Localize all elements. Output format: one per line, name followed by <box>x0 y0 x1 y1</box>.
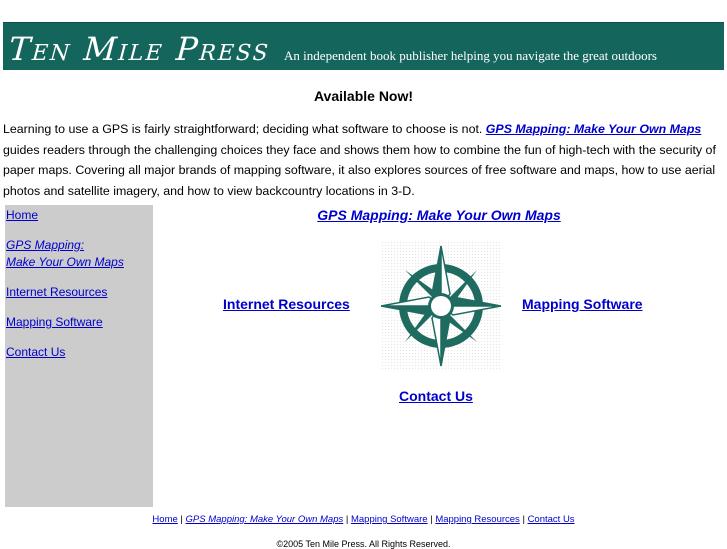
main-mapping-software-link[interactable]: Mapping Software <box>522 296 643 312</box>
main-contact-us-link[interactable]: Contact Us <box>399 388 473 404</box>
site-tagline: An independent book publisher helping yo… <box>284 48 657 63</box>
footer-separator: | <box>343 514 351 525</box>
sidebar-item-gps-mapping[interactable]: GPS Mapping: Make Your Own Maps <box>6 237 153 271</box>
main-internet-resources-link[interactable]: Internet Resources <box>223 296 350 312</box>
sidebar-item-internet-resources[interactable]: Internet Resources <box>6 284 153 301</box>
sidebar-gps-line1: GPS Mapping: <box>6 238 85 252</box>
intro-book-link[interactable]: GPS Mapping: Make Your Own Maps <box>486 122 702 136</box>
intro-paragraph: Learning to use a GPS is fairly straight… <box>3 119 718 201</box>
footer-separator: | <box>177 514 186 525</box>
compass-rose-icon <box>381 241 501 371</box>
site-banner: Ten Mile Press An independent book publi… <box>3 22 724 70</box>
page-headline: Available Now! <box>313 88 414 104</box>
sidebar-item-contact-us[interactable]: Contact Us <box>6 344 153 361</box>
site-logo[interactable]: Ten Mile Press <box>8 30 272 68</box>
footer-contact-us-link[interactable]: Contact Us <box>528 514 575 525</box>
footer-nav: Home | GPS Mapping: Make Your Own Maps |… <box>0 514 727 525</box>
intro-lead: Learning to use a GPS is fairly straight… <box>3 122 486 136</box>
intro-rest: guides readers through the challenging c… <box>3 142 716 198</box>
sidebar-item-home[interactable]: Home <box>6 207 153 224</box>
footer-home-link[interactable]: Home <box>152 514 177 525</box>
footer-mapping-software-link[interactable]: Mapping Software <box>351 514 428 525</box>
copyright-notice: ©2005 Ten Mile Press. All Rights Reserve… <box>276 539 451 549</box>
footer-mapping-resources-link[interactable]: Mapping Resources <box>435 514 520 525</box>
sidebar-item-mapping-software[interactable]: Mapping Software <box>6 314 153 331</box>
footer-separator: | <box>519 514 528 525</box>
sidebar-gps-line2: Make Your Own Maps <box>6 255 124 269</box>
main-book-title-link[interactable]: GPS Mapping: Make Your Own Maps <box>153 207 725 223</box>
footer-gps-mapping-link[interactable]: GPS Mapping: Make Your Own Maps <box>186 514 344 525</box>
sidebar-nav: Home GPS Mapping: Make Your Own Maps Inte… <box>5 205 153 507</box>
